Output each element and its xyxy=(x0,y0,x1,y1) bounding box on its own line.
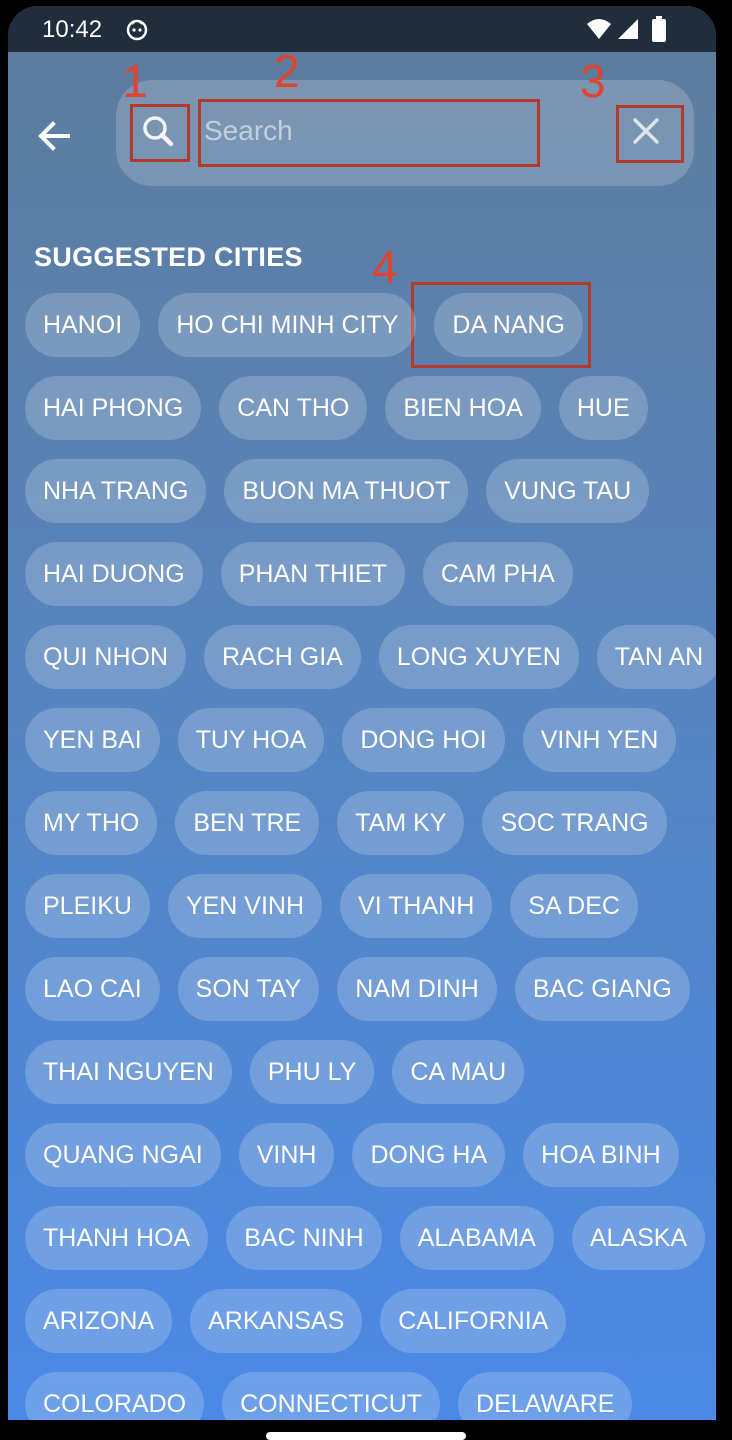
annotation-number-1: 1 xyxy=(122,55,148,107)
city-chip-da-nang[interactable]: DA NANG xyxy=(434,293,583,357)
city-chip-dong-hoi[interactable]: DONG HOI xyxy=(342,708,505,772)
city-chip-cam-pha[interactable]: CAM PHA xyxy=(422,542,573,606)
city-chip-arizona[interactable]: ARIZONA xyxy=(25,1289,173,1353)
city-chip-thanh-hoa[interactable]: THANH HOA xyxy=(25,1206,209,1270)
city-chip-california[interactable]: CALIFORNIA xyxy=(380,1289,567,1353)
wifi-icon xyxy=(586,18,612,45)
chip-row: THAI NGUYEN PHU LY CA MAU xyxy=(25,1040,542,1104)
city-chip-arkansas[interactable]: ARKANSAS xyxy=(190,1289,363,1353)
status-bar: 10:42 xyxy=(8,6,716,52)
app-screen: 10:42 Search 1 2 3 4 SUGGESTED CITIES HA… xyxy=(8,6,716,1420)
city-chip-qui-nhon[interactable]: QUI NHON xyxy=(25,625,186,689)
city-chip-colorado[interactable]: COLORADO xyxy=(25,1372,205,1420)
city-chip-quang-ngai[interactable]: QUANG NGAI xyxy=(25,1123,221,1187)
navigation-handle[interactable] xyxy=(266,1432,466,1440)
city-chip-ca-mau[interactable]: CA MAU xyxy=(392,1040,525,1104)
annotation-number-2: 2 xyxy=(274,45,300,97)
annotation-number-3: 3 xyxy=(580,55,606,107)
annotation-box-1 xyxy=(130,104,190,162)
annotation-box-2 xyxy=(198,99,540,167)
city-chip-dong-ha[interactable]: DONG HA xyxy=(352,1123,506,1187)
back-button[interactable] xyxy=(34,116,74,156)
city-chip-phan-thiet[interactable]: PHAN THIET xyxy=(220,542,405,606)
city-chip-ho-chi-minh-city[interactable]: HO CHI MINH CITY xyxy=(158,293,417,357)
city-chip-phu-ly[interactable]: PHU LY xyxy=(249,1040,375,1104)
city-chip-vung-tau[interactable]: VUNG TAU xyxy=(486,459,650,523)
city-chip-connecticut[interactable]: CONNECTICUT xyxy=(222,1372,441,1420)
chip-row: PLEIKU YEN VINH VI THANH SA DEC xyxy=(25,874,656,938)
city-chip-yen-bai[interactable]: YEN BAI xyxy=(25,708,160,772)
city-chip-bac-ninh[interactable]: BAC NINH xyxy=(226,1206,382,1270)
status-time: 10:42 xyxy=(42,16,103,43)
city-chip-nha-trang[interactable]: NHA TRANG xyxy=(25,459,207,523)
city-chip-vinh[interactable]: VINH xyxy=(238,1123,335,1187)
chip-row: HAI DUONG PHAN THIET CAM PHA xyxy=(25,542,591,606)
city-chip-long-xuyen[interactable]: LONG XUYEN xyxy=(378,625,579,689)
chip-row: THANH HOA BAC NINH ALABAMA ALASKA xyxy=(25,1206,716,1270)
city-chip-tam-ky[interactable]: TAM KY xyxy=(337,791,465,855)
city-chip-my-tho[interactable]: MY THO xyxy=(25,791,158,855)
back-arrow-icon xyxy=(38,121,70,151)
city-chip-hanoi[interactable]: HANOI xyxy=(25,293,141,357)
city-chip-bien-hoa[interactable]: BIEN HOA xyxy=(385,376,541,440)
annotation-box-3 xyxy=(616,105,684,163)
chip-row: NHA TRANG BUON MA THUOT VUNG TAU xyxy=(25,459,667,523)
signal-icon xyxy=(616,18,640,45)
chip-row: MY THO BEN TRE TAM KY SOC TRANG xyxy=(25,791,685,855)
city-chip-bac-giang[interactable]: BAC GIANG xyxy=(514,957,690,1021)
city-chip-vinh-yen[interactable]: VINH YEN xyxy=(522,708,677,772)
chip-row: YEN BAI TUY HOA DONG HOI VINH YEN xyxy=(25,708,694,772)
city-chip-hue[interactable]: HUE xyxy=(558,376,648,440)
city-chip-thai-nguyen[interactable]: THAI NGUYEN xyxy=(25,1040,232,1104)
city-chip-hai-duong[interactable]: HAI DUONG xyxy=(25,542,203,606)
city-chip-lao-cai[interactable]: LAO CAI xyxy=(25,957,160,1021)
chip-row: COLORADO CONNECTICUT DELAWARE xyxy=(25,1372,650,1420)
city-chip-tan-an[interactable]: TAN AN xyxy=(596,625,716,689)
city-chip-alabama[interactable]: ALABAMA xyxy=(399,1206,554,1270)
city-chip-can-tho[interactable]: CAN THO xyxy=(219,376,368,440)
annotation-number-4: 4 xyxy=(372,241,398,293)
city-chip-hai-phong[interactable]: HAI PHONG xyxy=(25,376,202,440)
battery-icon xyxy=(652,16,666,47)
chip-row: HAI PHONG CAN THO BIEN HOA HUE xyxy=(25,376,666,440)
city-chip-rach-gia[interactable]: RACH GIA xyxy=(204,625,361,689)
city-chip-alaska[interactable]: ALASKA xyxy=(571,1206,706,1270)
suggested-cities-title: SUGGESTED CITIES xyxy=(34,242,303,272)
city-chip-soc-trang[interactable]: SOC TRANG xyxy=(482,791,667,855)
city-chip-son-tay[interactable]: SON TAY xyxy=(177,957,320,1021)
city-chip-vi-thanh[interactable]: VI THANH xyxy=(340,874,493,938)
chip-row: ARIZONA ARKANSAS CALIFORNIA xyxy=(25,1289,584,1353)
city-chip-hoa-binh[interactable]: HOA BINH xyxy=(523,1123,679,1187)
city-chip-sa-dec[interactable]: SA DEC xyxy=(510,874,638,938)
chip-row: QUANG NGAI VINH DONG HA HOA BINH xyxy=(25,1123,697,1187)
chip-row: QUI NHON RACH GIA LONG XUYEN TAN AN xyxy=(25,625,716,689)
city-chip-yen-vinh[interactable]: YEN VINH xyxy=(167,874,323,938)
chip-row: HANOI HO CHI MINH CITY DA NANG xyxy=(25,293,601,357)
city-chip-pleiku[interactable]: PLEIKU xyxy=(25,874,150,938)
city-chip-delaware[interactable]: DELAWARE xyxy=(458,1372,633,1420)
city-chip-buon-ma-thuot[interactable]: BUON MA THUOT xyxy=(224,459,469,523)
chip-row: LAO CAI SON TAY NAM DINH BAC GIANG xyxy=(25,957,708,1021)
city-chip-nam-dinh[interactable]: NAM DINH xyxy=(337,957,497,1021)
city-chip-tuy-hoa[interactable]: TUY HOA xyxy=(177,708,325,772)
city-chip-ben-tre[interactable]: BEN TRE xyxy=(175,791,320,855)
notification-icon xyxy=(126,19,148,46)
